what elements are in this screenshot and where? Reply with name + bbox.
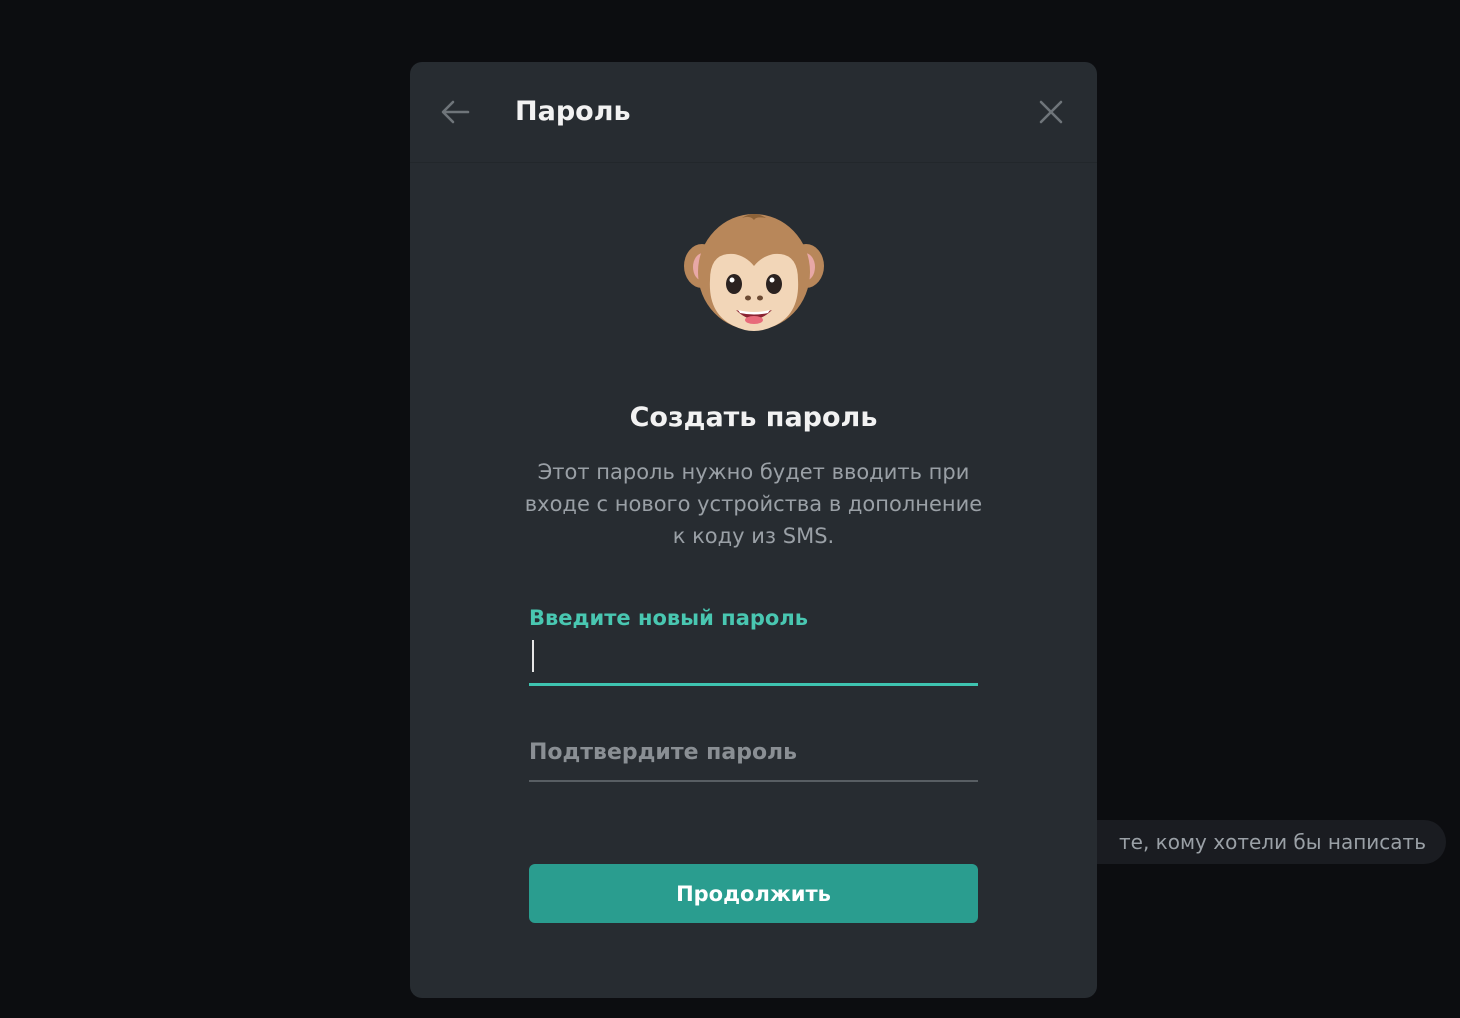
confirm-password-input[interactable] <box>529 734 978 770</box>
password-dialog: Пароль Создать пароль Этот пароль нужно … <box>410 62 1097 998</box>
new-password-input[interactable] <box>529 638 978 674</box>
continue-button[interactable]: Продолжить <box>529 864 978 923</box>
close-button[interactable] <box>1029 90 1073 134</box>
new-password-field: Введите новый пароль <box>529 606 978 686</box>
new-password-label: Введите новый пароль <box>529 606 808 630</box>
dialog-description: Этот пароль нужно будет вводить при вход… <box>524 460 983 548</box>
monkey-face-icon <box>684 214 824 331</box>
dialog-headline: Создать пароль <box>629 402 878 433</box>
close-icon <box>1039 100 1063 124</box>
confirm-password-field <box>529 734 978 784</box>
dialog-title: Пароль <box>515 96 631 127</box>
new-password-underline <box>529 683 978 686</box>
background-chat-hint: те, кому хотели бы написать <box>1060 820 1446 864</box>
dialog-header: Пароль <box>410 62 1097 163</box>
arrow-left-icon <box>441 100 470 124</box>
confirm-password-underline <box>529 780 978 782</box>
back-button[interactable] <box>434 90 478 134</box>
